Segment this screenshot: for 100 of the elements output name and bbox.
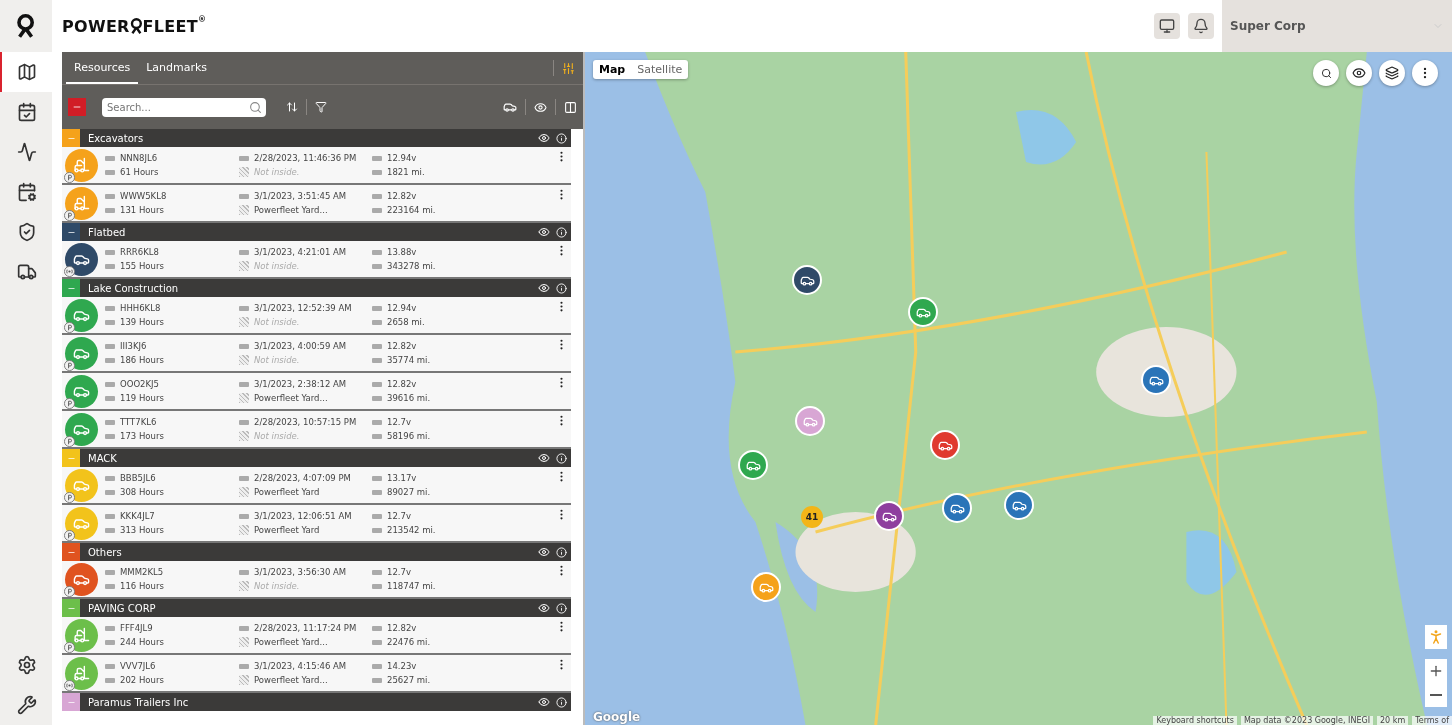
resource-row[interactable]: MMM2KL5 116 Hours 3/1/2023, 3:56:30 AM Not inside. 12.7v 118747 mi. [62, 561, 571, 599]
last-report-time: 2/28/2023, 11:17:24 PM [254, 623, 357, 633]
odometer: 223164 mi. [387, 205, 436, 215]
message-icon [239, 419, 249, 425]
info-icon[interactable] [556, 226, 567, 238]
map-type-button[interactable]: Satellite [631, 60, 689, 79]
group-header[interactable]: PAVING CORP [62, 599, 571, 617]
last-report-time: 3/1/2023, 4:00:59 AM [254, 341, 347, 351]
settings-icon [17, 655, 37, 675]
odometer: 213542 mi. [387, 525, 436, 535]
map-attribution[interactable]: Terms of [1412, 716, 1452, 725]
battery-voltage: 12.82v [387, 191, 417, 201]
resource-row[interactable]: KKK4JL7 313 Hours 3/1/2023, 12:06:51 AM Powerfleet Yard 12.7v 213542 mi. [62, 505, 571, 543]
landmark-icon [239, 355, 249, 365]
account-dropdown[interactable]: Super Corp [1222, 0, 1452, 52]
battery-icon [372, 155, 382, 161]
visibility-button[interactable] [534, 100, 547, 114]
resource-id: WWW5KL8 [120, 191, 167, 201]
calendar-icon [17, 102, 37, 122]
group-header[interactable]: Paramus Trailers Inc [62, 693, 571, 711]
battery-icon [372, 343, 382, 349]
odometer-icon [372, 583, 382, 589]
last-report-time: 2/28/2023, 4:07:09 PM [254, 473, 351, 483]
odometer-icon [372, 169, 382, 175]
eye-icon[interactable] [538, 602, 550, 614]
eye-icon[interactable] [538, 132, 550, 144]
resource-row[interactable]: FFF4JL9 244 Hours 2/28/2023, 11:17:24 PM Powerfleet Yard... 12.82v 22476 mi. [62, 617, 571, 655]
resource-id: HHH6KL8 [120, 303, 161, 313]
group-name: Paramus Trailers Inc [88, 696, 190, 708]
eye-icon[interactable] [538, 282, 550, 294]
resource-row[interactable]: III3KJ6 186 Hours 3/1/2023, 4:00:59 AM Not inside. 12.82v 35774 mi. [62, 335, 571, 373]
info-icon[interactable] [556, 546, 567, 558]
id-icon [105, 155, 115, 161]
resource-row[interactable]: OOO2KJ5 119 Hours 3/1/2023, 2:38:12 AM Powerfleet Yard... 12.82v 39616 mi. [62, 373, 571, 411]
battery-icon [372, 513, 382, 519]
resource-id: NNN8JL6 [120, 153, 158, 163]
info-icon[interactable] [556, 602, 567, 614]
map-type-button[interactable]: Map [593, 60, 632, 79]
last-report-time: 2/28/2023, 10:57:15 PM [254, 417, 357, 427]
eye-icon[interactable] [538, 226, 550, 238]
map-attribution[interactable]: Keyboard shortcuts [1153, 716, 1237, 725]
odometer-icon [372, 395, 382, 401]
resource-row[interactable]: BBB5JL6 308 Hours 2/28/2023, 4:07:09 PM Powerfleet Yard 13.17v 89027 mi. [62, 467, 571, 505]
landmark-icon [239, 261, 249, 271]
nav-item[interactable] [0, 52, 52, 92]
landmark-icon [239, 317, 249, 327]
hours-icon [105, 677, 115, 683]
tab[interactable]: Landmarks [138, 52, 216, 84]
resource-row[interactable]: WWW5KL8 131 Hours 3/1/2023, 3:51:45 AM Powerfleet Yard... 12.82v 223164 mi. [62, 185, 571, 223]
landmark-name: Not inside. [254, 581, 300, 591]
group-header[interactable]: Others [62, 543, 571, 561]
battery-voltage: 12.82v [387, 623, 417, 633]
group-name: Excavators [88, 132, 145, 144]
resource-row[interactable]: TTT7KL6 173 Hours 2/28/2023, 10:57:15 PM Not inside. 12.7v 58196 mi. [62, 411, 571, 449]
filter-icon [315, 101, 327, 113]
battery-voltage: 12.82v [387, 341, 417, 351]
group-header[interactable]: Lake Construction [62, 279, 571, 297]
landmark-name: Powerfleet Yard... [254, 393, 328, 403]
eye-icon[interactable] [538, 696, 550, 708]
filter-button[interactable] [315, 101, 327, 113]
landmark-icon [239, 637, 249, 647]
message-icon [239, 625, 249, 631]
resource-row[interactable]: VVV7JL6 202 Hours 3/1/2023, 4:15:46 AM Powerfleet Yard... 14.23v 25627 mi. [62, 655, 571, 693]
search-field[interactable]: Search... [102, 97, 266, 117]
odometer-icon [372, 433, 382, 439]
info-icon[interactable] [556, 696, 567, 708]
resource-row[interactable]: RRR6KL8 155 Hours 3/1/2023, 4:21:01 AM Not inside. 13.88v 343278 mi. [62, 241, 571, 279]
engine-hours: 202 Hours [120, 675, 164, 685]
odometer: 2658 mi. [387, 317, 425, 327]
last-report-time: 3/1/2023, 4:21:01 AM [254, 247, 347, 257]
odometer: 343278 mi. [387, 261, 436, 271]
message-icon [239, 305, 249, 311]
plus-icon [1428, 663, 1444, 679]
battery-icon [372, 663, 382, 669]
console-button[interactable] [1154, 13, 1180, 39]
search-icon [1320, 67, 1332, 79]
hours-icon [105, 207, 115, 213]
resource-row[interactable]: NNN8JL6 61 Hours 2/28/2023, 11:46:36 PM Not inside. 12.94v 1821 mi. [62, 147, 571, 185]
group-header[interactable]: Flatbed [62, 223, 571, 241]
group-header[interactable]: MACK [62, 449, 571, 467]
id-icon [105, 193, 115, 199]
engine-hours: 244 Hours [120, 637, 164, 647]
collapse-panel-button[interactable] [564, 100, 577, 114]
resource-row[interactable]: HHH6KL8 139 Hours 3/1/2023, 12:52:39 AM Not inside. 12.94v 2658 mi. [62, 297, 571, 335]
map-attribution[interactable]: 20 km [1377, 716, 1409, 725]
id-icon [105, 305, 115, 311]
info-icon[interactable] [556, 282, 567, 294]
group-header[interactable]: Excavators [62, 129, 571, 147]
landmark-name: Powerfleet Yard... [254, 637, 328, 647]
eye-icon[interactable] [538, 546, 550, 558]
notifications-button[interactable] [1188, 13, 1214, 39]
vehicle-sort-button[interactable] [503, 100, 517, 114]
engine-hours: 131 Hours [120, 205, 164, 215]
map-attribution[interactable]: Map data ©2023 Google, INEGI [1240, 716, 1374, 725]
info-icon[interactable] [556, 132, 567, 144]
message-icon [239, 381, 249, 387]
eye-icon[interactable] [538, 452, 550, 464]
sort-button[interactable] [286, 101, 298, 113]
info-icon[interactable] [556, 452, 567, 464]
message-icon [239, 475, 249, 481]
